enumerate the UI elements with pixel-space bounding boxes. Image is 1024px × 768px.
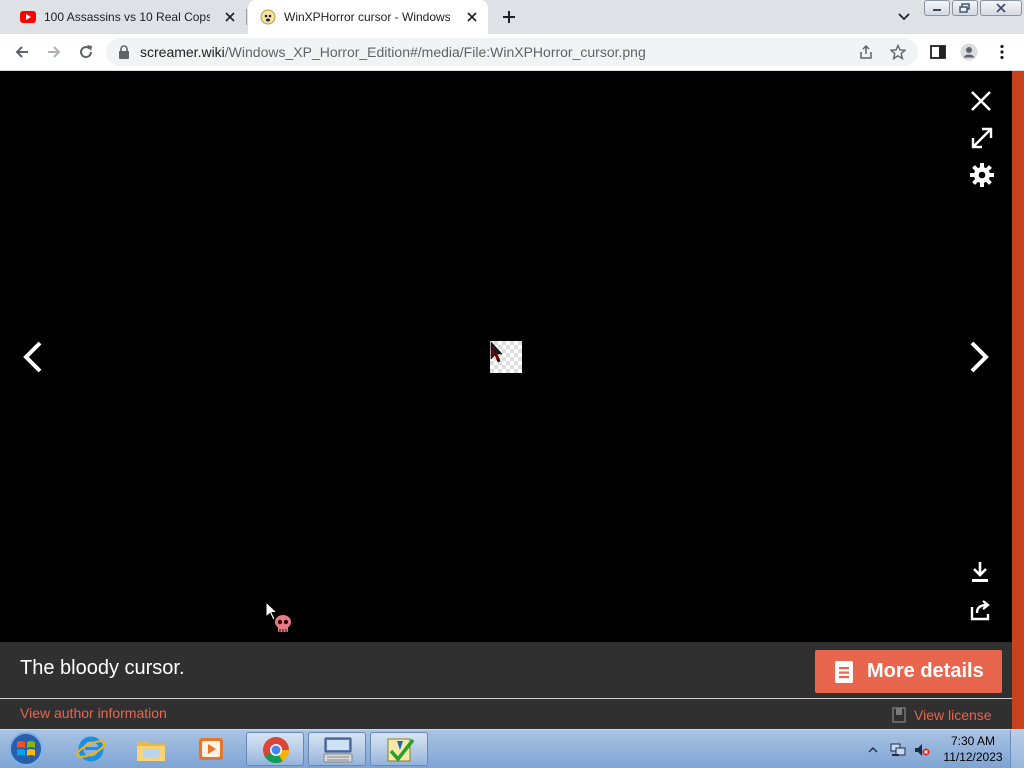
taskbar-file-explorer[interactable] [122, 732, 180, 766]
address-bar[interactable]: screamer.wiki/Windows_XP_Horror_Edition#… [106, 38, 918, 66]
reload-icon[interactable] [77, 43, 95, 61]
internet-explorer-icon [76, 736, 106, 762]
youtube-icon [20, 11, 36, 23]
keyboard-app-icon [323, 737, 353, 763]
taskbar-clock[interactable]: 7:30 AM 11/12/2023 [940, 733, 1006, 765]
close-tab-icon[interactable] [222, 9, 238, 25]
chevron-right-icon[interactable] [966, 340, 994, 374]
taskbar-media-player[interactable] [182, 732, 240, 766]
lock-icon[interactable] [118, 45, 130, 59]
windows-taskbar: 7:30 AM 11/12/2023 [0, 729, 1024, 768]
tab-title: 100 Assassins vs 10 Real Cops! - [44, 10, 210, 24]
tab-strip: 100 Assassins vs 10 Real Cops! - WinXPHo… [0, 0, 1024, 34]
forward-icon[interactable] [45, 43, 63, 61]
network-icon[interactable] [890, 743, 906, 757]
caption-divider [0, 698, 1012, 699]
view-license-link[interactable]: View license [914, 707, 992, 723]
taskbar-chrome[interactable] [246, 732, 304, 766]
clock-time: 7:30 AM [950, 734, 996, 748]
clock-date: 11/12/2023 [943, 750, 1003, 764]
fullscreen-icon[interactable] [969, 125, 995, 151]
more-menu-icon[interactable] [993, 43, 1011, 61]
file-explorer-icon [137, 741, 165, 761]
media-image [490, 341, 522, 373]
window-controls [924, 0, 1024, 18]
new-tab-icon[interactable] [500, 8, 518, 26]
close-tab-icon[interactable] [464, 9, 480, 25]
profile-icon[interactable] [960, 43, 978, 61]
url-host: screamer.wiki [140, 44, 225, 60]
more-details-button[interactable]: More details [815, 650, 1002, 693]
taskbar-checkmark-app[interactable] [370, 732, 428, 766]
taskbar-keyboard-app[interactable] [308, 732, 366, 766]
side-panel-icon[interactable] [929, 43, 947, 61]
tab-youtube[interactable]: 100 Assassins vs 10 Real Cops! - [8, 0, 246, 34]
share-icon[interactable] [969, 599, 993, 621]
url-text[interactable]: screamer.wiki/Windows_XP_Horror_Edition#… [140, 44, 646, 60]
start-button[interactable] [6, 731, 46, 767]
show-desktop-button[interactable] [1010, 730, 1024, 768]
page-scrollbar[interactable] [1012, 71, 1024, 729]
tray-expand-icon[interactable] [868, 743, 878, 757]
media-viewer [0, 71, 1012, 642]
back-icon[interactable] [13, 43, 31, 61]
document-icon [835, 660, 853, 683]
chevron-down-icon[interactable] [897, 10, 911, 24]
media-caption-bar: The bloody cursor. More details View aut… [0, 642, 1012, 729]
bookmark-star-icon[interactable] [890, 44, 906, 60]
share-icon[interactable] [858, 44, 874, 60]
close-icon[interactable] [968, 88, 994, 114]
chrome-icon [263, 737, 290, 764]
minimize-button[interactable] [924, 0, 950, 16]
view-author-link[interactable]: View author information [20, 705, 167, 721]
media-player-icon [199, 738, 223, 760]
bloody-cursor-image [490, 341, 503, 363]
minimize-icon [933, 9, 941, 11]
media-caption: The bloody cursor. [20, 657, 185, 679]
download-icon[interactable] [970, 560, 990, 584]
restore-button[interactable] [952, 0, 978, 16]
more-details-label: More details [867, 660, 984, 682]
tab-screamer-wiki[interactable]: WinXPHorror cursor - Windows X [248, 0, 488, 34]
checkmark-app-icon [387, 738, 415, 762]
url-path: /Windows_XP_Horror_Edition#/media/File:W… [224, 44, 646, 60]
chevron-left-icon[interactable] [18, 340, 46, 374]
close-window-button[interactable] [980, 0, 1022, 16]
close-icon [996, 3, 1006, 13]
browser-toolbar: screamer.wiki/Windows_XP_Horror_Edition#… [0, 34, 1024, 71]
license-icon [892, 707, 906, 723]
tab-title: WinXPHorror cursor - Windows X [284, 10, 450, 24]
gear-icon[interactable] [969, 162, 995, 188]
screamer-wiki-icon [260, 9, 276, 25]
taskbar-internet-explorer[interactable] [62, 732, 120, 766]
tab-separator [246, 9, 247, 25]
restore-icon [959, 3, 970, 13]
volume-muted-icon[interactable] [914, 743, 930, 757]
mouse-pointer-icon [265, 601, 291, 632]
